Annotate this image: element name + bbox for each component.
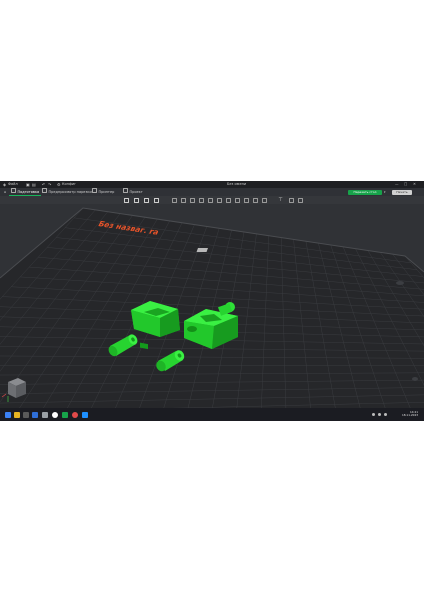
tab-slice-preview[interactable]: Предпросмотр нарезки [40,188,94,196]
slice-dropdown-icon[interactable]: ▾ [382,188,388,196]
mail-icon[interactable] [42,411,48,418]
browser-icon[interactable] [32,411,38,418]
maximize-button[interactable]: □ [404,181,407,188]
scale-icon[interactable] [190,197,195,203]
measure-icon[interactable] [244,197,249,203]
tab-label: Подготовка [17,190,40,194]
emboss-icon[interactable] [262,197,267,203]
open-icon[interactable]: ▤ [32,181,36,188]
minimize-button[interactable]: — [395,181,399,188]
layers-icon [42,188,47,194]
start-icon[interactable] [5,411,11,418]
tab-label: Принтер [98,190,115,194]
chrome-icon[interactable] [52,411,58,418]
undo-icon[interactable]: ↶ [42,181,45,188]
opera-icon[interactable] [72,411,78,418]
telegram-icon[interactable] [82,411,88,418]
print-button[interactable]: Печать [392,189,412,195]
tab-label: Проект [129,190,143,194]
wifi-icon[interactable] [372,412,375,416]
file-menu[interactable]: Файл [8,181,18,188]
view-icon[interactable] [289,197,294,203]
os-taskbar: 14:21 18.11.2023 [0,408,424,421]
arrange-icon[interactable] [154,197,159,203]
support-paint-icon[interactable] [217,197,222,203]
plate-corner-marker [396,281,404,285]
title-bar: ◈ Файл ▣ ▤ ↶ ↷ ⚙ Конфиг Без имени — □ ✕ [0,181,424,188]
tab-label: Предпросмотр нарезки [48,190,92,194]
config-icon[interactable]: ⚙ [57,181,61,188]
tab-prepare[interactable]: Подготовка [9,188,42,196]
assembly-icon[interactable] [298,197,303,203]
app-window: ◈ Файл ▣ ▤ ↶ ↷ ⚙ Конфиг Без имени — □ ✕ … [0,181,424,421]
clock[interactable]: 14:21 18.11.2023 [401,410,418,418]
printer-icon [92,188,97,194]
plate-corner-marker [412,377,418,381]
redo-icon[interactable]: ↷ [48,181,51,188]
seam-paint-icon[interactable] [226,197,231,203]
auto-orient-icon[interactable] [144,197,149,203]
add-object-icon[interactable] [124,197,129,203]
volume-icon[interactable] [378,412,381,416]
settings-icon[interactable] [23,411,29,418]
folder-icon [123,188,128,194]
viewport-canvas[interactable]: Без назваг. ra [0,204,424,408]
cut-icon[interactable] [208,197,213,203]
hint-icon[interactable]: ⊤ [278,197,283,203]
clock-date: 18.11.2023 [401,413,418,418]
slice-plate-button[interactable]: Нарезать стол [348,189,382,195]
cube-icon [11,188,16,194]
home-icon[interactable]: ⌂ [2,188,8,196]
color-paint-icon[interactable] [235,197,240,203]
move-icon[interactable] [172,197,177,203]
config-menu[interactable]: Конфиг [62,181,76,188]
text-icon[interactable] [253,197,258,203]
add-plate-icon[interactable] [134,197,139,203]
object-toolbar: ⊤ [0,196,424,204]
window-title: Без имени [227,182,247,186]
lay-on-face-icon[interactable] [199,197,204,203]
save-icon[interactable]: ▣ [26,181,30,188]
file-explorer-icon[interactable] [14,411,20,418]
tab-printer[interactable]: Принтер [90,188,116,196]
build-plate[interactable] [0,208,424,408]
3d-viewport[interactable]: Без назваг. ra [0,204,424,408]
rotate-icon[interactable] [181,197,186,203]
app-logo-icon[interactable]: ◈ [3,181,6,188]
slicer-app-icon[interactable] [62,411,68,418]
tab-project[interactable]: Проект [121,188,145,196]
close-button[interactable]: ✕ [413,181,416,188]
plate-settings-icon[interactable] [196,248,208,252]
battery-icon[interactable] [384,412,387,416]
